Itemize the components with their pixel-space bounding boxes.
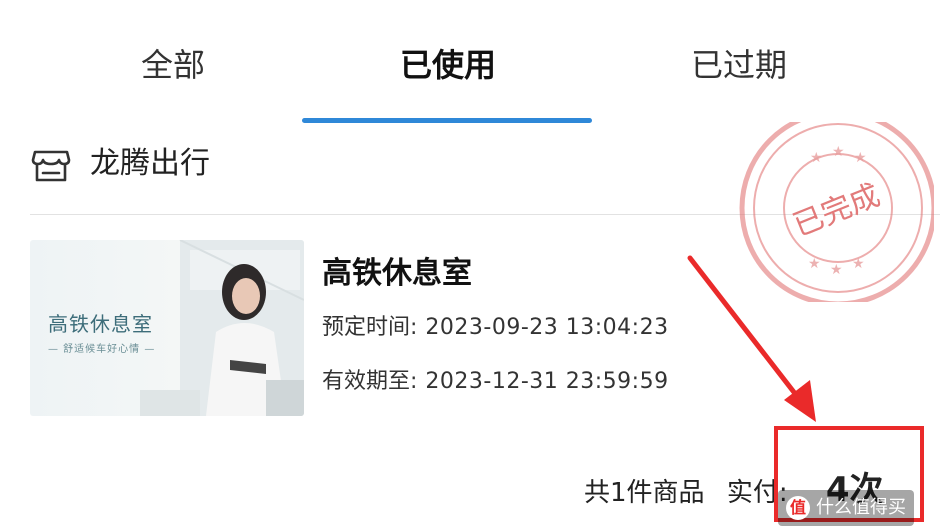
watermark-text: 什么值得买	[816, 497, 906, 518]
thumbnail-subtitle: — 舒适候车好心情 —	[48, 344, 156, 355]
expiry-value: 2023-12-31 23:59:59	[425, 369, 669, 394]
item-count: 共1件商品	[584, 478, 705, 508]
watermark: 值什么值得买	[778, 490, 914, 526]
svg-text:★: ★	[852, 256, 865, 272]
product-title[interactable]: 高铁休息室	[322, 254, 472, 294]
booking-time-label: 预定时间:	[322, 315, 418, 340]
expiry-row: 有效期至: 2023-12-31 23:59:59	[322, 366, 669, 398]
active-tab-indicator	[302, 118, 592, 123]
annotation-arrow-icon	[687, 255, 816, 422]
thumbnail-title: 高铁休息室	[48, 312, 153, 336]
svg-text:★: ★	[810, 150, 823, 166]
stamp-text: 已完成	[788, 178, 885, 244]
svg-text:★: ★	[854, 150, 867, 166]
watermark-logo-icon: 值	[786, 496, 810, 520]
shop-name: 龙腾出行	[90, 146, 210, 181]
tab-all[interactable]: 全部	[110, 40, 236, 90]
tab-used[interactable]: 已使用	[375, 40, 521, 90]
booking-time-value: 2023-09-23 13:04:23	[425, 315, 669, 340]
tab-bar: 全部 已使用 已过期	[0, 0, 940, 124]
expiry-label: 有效期至:	[322, 369, 418, 394]
svg-text:★: ★	[832, 144, 845, 160]
booking-time-row: 预定时间: 2023-09-23 13:04:23	[322, 312, 669, 344]
svg-text:★: ★	[830, 262, 843, 278]
product-thumbnail[interactable]: 高铁休息室 — 舒适候车好心情 —	[30, 240, 304, 416]
shop-header[interactable]: 龙腾出行	[30, 138, 630, 194]
tab-expired[interactable]: 已过期	[666, 40, 812, 90]
store-icon	[30, 144, 80, 194]
